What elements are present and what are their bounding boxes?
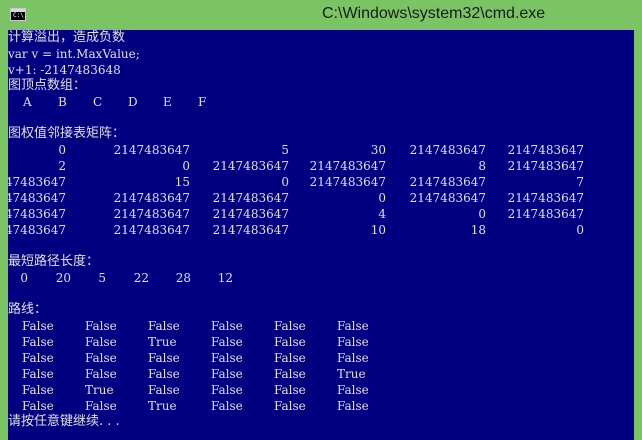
route-cell: False	[211, 335, 243, 349]
matrix-cell: 2147483647	[113, 207, 190, 221]
route-cell: False	[85, 399, 117, 413]
matrix-cell: 5	[281, 143, 289, 157]
route-cell: False	[337, 335, 369, 349]
matrix-cell: 2147483647	[8, 175, 66, 189]
route-heading: 路线：	[8, 302, 48, 317]
matrix-cell: 30	[370, 143, 386, 157]
vertex-label: B	[58, 95, 67, 109]
matrix-cell: 0	[378, 191, 386, 205]
route-cell: True	[85, 383, 114, 397]
result-line: v+1: -2147483648	[8, 63, 121, 77]
matrix-cell: 2147483647	[8, 207, 66, 221]
console-output[interactable]: 计算溢出，造成负数 var v = int.MaxValue; v+1: -21…	[8, 30, 634, 440]
code-line: var v = int.MaxValue;	[8, 47, 140, 61]
route-cell: False	[274, 399, 306, 413]
matrix-cell: 2147483647	[507, 159, 584, 173]
matrix-cell: 2147483647	[8, 191, 66, 205]
matrix-cell: 0	[182, 159, 190, 173]
matrix-cell: 2147483647	[409, 175, 486, 189]
route-cell: False	[211, 351, 243, 365]
vertex-label: D	[128, 95, 138, 109]
route-cell: False	[274, 319, 306, 333]
route-cell: False	[337, 399, 369, 413]
matrix-cell: 2147483647	[212, 191, 289, 205]
route-cell: False	[85, 351, 117, 365]
route-cell: False	[22, 367, 54, 381]
matrix-cell: 2147483647	[113, 223, 190, 237]
matrix-cell: 2147483647	[507, 191, 584, 205]
matrix-cell: 2147483647	[507, 143, 584, 157]
route-cell: False	[274, 335, 306, 349]
route-cell: False	[274, 351, 306, 365]
route-cell: False	[148, 319, 180, 333]
vertex-label: C	[93, 95, 103, 109]
route-cell: False	[22, 383, 54, 397]
matrix-cell: 2147483647	[113, 191, 190, 205]
matrix-cell: 0	[576, 223, 584, 237]
matrix-cell: 10	[370, 223, 386, 237]
matrix-cell: 15	[174, 175, 190, 189]
matrix-cell: 2147483647	[507, 207, 584, 221]
route-cell: False	[85, 319, 117, 333]
title-bar[interactable]: C:\. C:\Windows\system32\cmd.exe	[0, 0, 642, 30]
route-cell: True	[148, 399, 177, 413]
route-cell: False	[211, 367, 243, 381]
route-cell: False	[85, 335, 117, 349]
route-cell: False	[337, 319, 369, 333]
route-cell: False	[274, 367, 306, 381]
matrix-cell: 8	[478, 159, 486, 173]
vertex-heading: 图顶点数组：	[8, 78, 87, 93]
matrix-cell: 18	[470, 223, 486, 237]
route-cell: False	[22, 319, 54, 333]
route-cell: False	[148, 367, 180, 381]
vertex-label: A	[23, 95, 32, 109]
route-cell: True	[148, 335, 177, 349]
route-cell: False	[211, 399, 243, 413]
matrix-heading: 图权值邻接表矩阵：	[8, 126, 126, 141]
route-cell: False	[22, 335, 54, 349]
cmd-icon-label: C:\.	[13, 12, 28, 19]
window-title: C:\Windows\system32\cmd.exe	[322, 5, 546, 22]
matrix-cell: 2147483647	[113, 143, 190, 157]
matrix-cell: 0	[58, 143, 66, 157]
matrix-cell: 7	[576, 175, 584, 189]
route-cell: False	[148, 351, 180, 365]
route-cell: False	[85, 367, 117, 381]
matrix-cell: 0	[478, 207, 486, 221]
cmd-app-icon[interactable]: C:\.	[10, 8, 28, 21]
route-cell: False	[148, 383, 180, 397]
press-any-key: 请按任意键继续. . .	[8, 414, 120, 429]
matrix-cell: 2147483647	[212, 223, 289, 237]
route-cell: False	[211, 319, 243, 333]
vertex-label: F	[198, 95, 207, 109]
matrix-cell: 2147483647	[309, 175, 386, 189]
overflow-heading: 计算溢出，造成负数	[8, 30, 126, 45]
shortest-heading: 最短路径长度：	[8, 254, 100, 269]
route-cell: False	[337, 351, 369, 365]
matrix-cell: 2147483647	[409, 191, 486, 205]
matrix-cell: 0	[281, 175, 289, 189]
cmd-window: C:\. C:\Windows\system32\cmd.exe 计算溢出，造成…	[0, 0, 642, 440]
matrix-cell: 2147483647	[409, 143, 486, 157]
route-cell: True	[337, 367, 366, 381]
matrix-cell: 2	[58, 159, 66, 173]
shortest-value: 12	[217, 271, 233, 285]
matrix-cell: 2147483647	[212, 159, 289, 173]
route-cell: False	[211, 383, 243, 397]
matrix-cell: 2147483647	[212, 207, 289, 221]
matrix-cell: 4	[378, 207, 386, 221]
route-cell: False	[337, 383, 369, 397]
vertex-label: E	[163, 95, 172, 109]
route-cell: False	[22, 351, 54, 365]
matrix-cell: 2147483647	[309, 159, 386, 173]
route-cell: False	[274, 383, 306, 397]
matrix-cell: 2147483647	[8, 223, 66, 237]
route-cell: False	[22, 399, 54, 413]
